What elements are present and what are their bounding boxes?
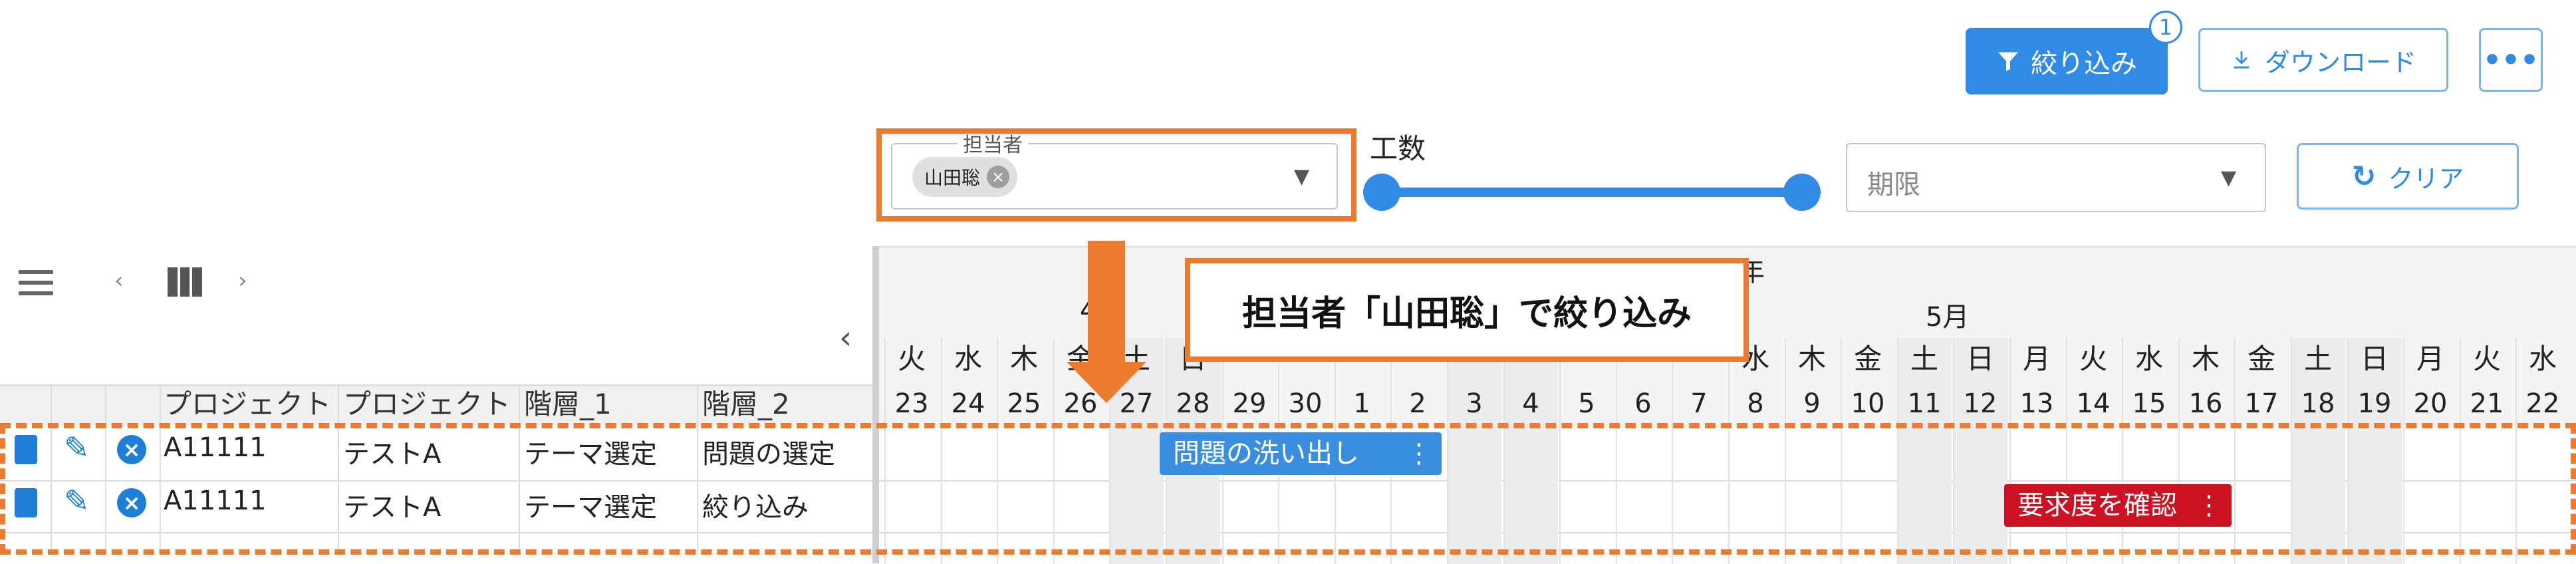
chevron-left-icon[interactable]: ‹: [114, 267, 124, 294]
gantt-day-number: 15: [2132, 388, 2166, 419]
column-header-project-name[interactable]: プロジェクト: [343, 384, 517, 424]
gantt-weekday-label: 火: [2079, 343, 2107, 375]
more-options-button[interactable]: •••: [2479, 28, 2543, 92]
gantt-day-number: 17: [2244, 388, 2279, 419]
gantt-weekday-label: 木: [1009, 343, 1038, 375]
gantt-weekday-label: 金: [2247, 343, 2275, 375]
gantt-day-number: 28: [1176, 388, 1210, 419]
more-icon: •••: [2482, 43, 2539, 77]
clear-button-label: クリア: [2388, 164, 2464, 194]
gantt-day-number: 5: [1578, 388, 1595, 419]
gantt-day-number: 11: [1907, 388, 1942, 419]
download-button[interactable]: ダウンロード: [2198, 28, 2448, 92]
gantt-day-number: 10: [1851, 388, 1885, 419]
gantt-day-number: 19: [2357, 388, 2392, 419]
gantt-weekday-label: 日: [2360, 343, 2388, 375]
column-header-project-code[interactable]: プロジェクト: [164, 384, 338, 424]
columns-icon[interactable]: [168, 267, 203, 297]
gantt-weekday-label: 火: [2472, 343, 2501, 375]
column-header-level-2[interactable]: 階層_2: [702, 384, 868, 424]
deadline-placeholder: 期限: [1867, 170, 1920, 200]
kosu-slider-min-thumb[interactable]: [1363, 174, 1400, 211]
gantt-weekday-label: 木: [2191, 343, 2220, 375]
annotation-arrow: [1088, 241, 1125, 363]
gantt-day-number: 21: [2470, 388, 2504, 419]
gantt-day-number: 18: [2301, 388, 2335, 419]
gantt-weekday-label: 月: [2416, 343, 2444, 375]
gantt-day-number: 3: [1466, 388, 1483, 419]
gantt-day-number: 30: [1288, 388, 1323, 419]
chevron-right-icon[interactable]: ›: [238, 267, 247, 294]
gantt-day-number: 25: [1007, 388, 1041, 419]
download-button-label: ダウンロード: [2264, 47, 2416, 77]
gantt-day-number: 8: [1747, 388, 1764, 419]
gantt-day-number: 7: [1690, 388, 1708, 419]
funnel-icon: [1998, 52, 2018, 71]
chevron-down-icon[interactable]: ▼: [2221, 166, 2236, 190]
gantt-weekday-label: 木: [1797, 343, 1826, 375]
gantt-weekday-label: 火: [897, 343, 926, 375]
refresh-icon: ↻: [2351, 159, 2377, 194]
clear-button[interactable]: ↻ クリア: [2297, 143, 2519, 210]
gantt-day-number: 2: [1409, 388, 1426, 419]
assignee-highlight-frame: [876, 128, 1356, 221]
gantt-day-number: 22: [2525, 388, 2560, 419]
gantt-weekday-label: 水: [2134, 343, 2163, 375]
kosu-slider-max-thumb[interactable]: [1783, 174, 1821, 211]
filtered-rows-highlight: [0, 423, 2576, 555]
gantt-weekday-label: 金: [1853, 343, 1882, 375]
kosu-slider-track[interactable]: [1380, 188, 1801, 197]
gantt-weekday-label: 日: [1966, 343, 1994, 375]
collapse-left-icon[interactable]: ‹: [839, 319, 852, 356]
gantt-month-label-current: 5月: [1926, 302, 1970, 333]
menu-icon[interactable]: [19, 270, 53, 302]
filter-button-label: 絞り込み: [2031, 49, 2137, 79]
gantt-weekday-label: 土: [1910, 343, 1938, 375]
download-icon: [2234, 51, 2250, 69]
gantt-day-number: 1: [1353, 388, 1370, 419]
gantt-day-number: 9: [1803, 388, 1821, 419]
gantt-day-number: 29: [1232, 388, 1267, 419]
annotation-callout: 担当者「山田聡」で絞り込み: [1185, 258, 1749, 362]
gantt-day-number: 16: [2188, 388, 2223, 419]
filter-count-badge: 1: [2149, 11, 2182, 44]
annotation-arrow-head: [1067, 362, 1146, 403]
gantt-day-number: 24: [951, 388, 985, 419]
gantt-day-number: 6: [1634, 388, 1652, 419]
gantt-day-number: 23: [894, 388, 929, 419]
filter-button[interactable]: 絞り込み: [1966, 28, 2168, 94]
gantt-day-number: 13: [2019, 388, 2054, 419]
gantt-weekday-label: 土: [2303, 343, 2332, 375]
kosu-label: 工数: [1370, 132, 1426, 165]
gantt-weekday-label: 水: [2528, 343, 2557, 375]
gantt-weekday-label: 月: [2022, 343, 2051, 375]
gantt-day-number: 4: [1522, 388, 1539, 419]
gantt-day-number: 14: [2076, 388, 2111, 419]
column-header-level-1[interactable]: 階層_1: [524, 384, 698, 424]
gantt-weekday-label: 水: [954, 343, 982, 375]
gantt-day-number: 20: [2413, 388, 2448, 419]
gantt-day-number: 12: [1963, 388, 1997, 419]
